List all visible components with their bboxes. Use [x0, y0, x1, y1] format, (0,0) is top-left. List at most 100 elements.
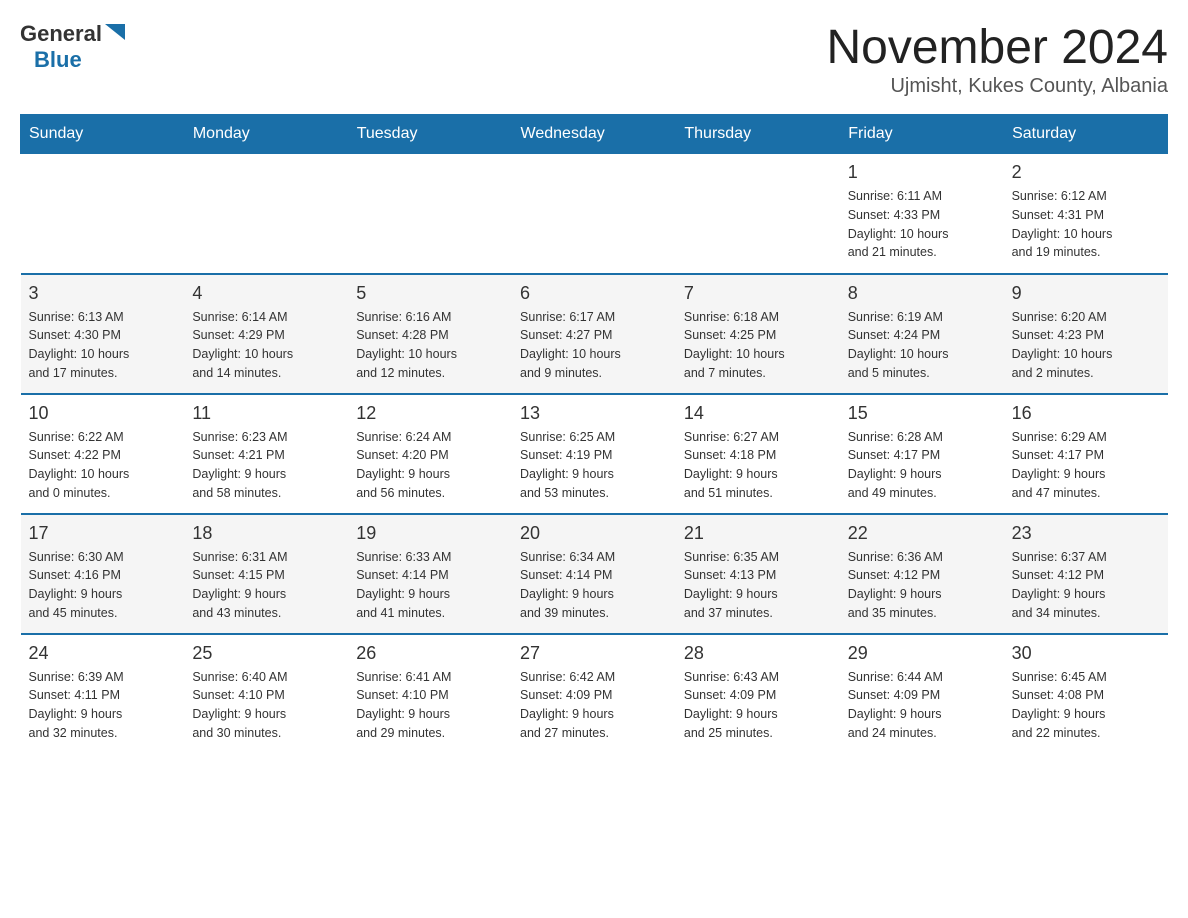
day-number: 28 [684, 643, 832, 664]
day-info: Sunrise: 6:36 AM Sunset: 4:12 PM Dayligh… [848, 548, 996, 623]
day-number: 17 [29, 523, 177, 544]
calendar-cell: 16 Sunrise: 6:29 AM Sunset: 4:17 PM Dayli… [1004, 394, 1168, 514]
logo: General Blue [20, 20, 125, 73]
calendar-cell: 17 Sunrise: 6:30 AM Sunset: 4:16 PM Dayli… [21, 514, 185, 634]
calendar-cell: 13 Sunrise: 6:25 AM Sunset: 4:19 PM Dayli… [512, 394, 676, 514]
column-header-sunday: Sunday [21, 115, 185, 154]
day-number: 7 [684, 283, 832, 304]
logo-blue-text: Blue [34, 47, 82, 73]
day-info: Sunrise: 6:45 AM Sunset: 4:08 PM Dayligh… [1012, 668, 1160, 743]
column-header-saturday: Saturday [1004, 115, 1168, 154]
month-title: November 2024 [826, 20, 1168, 75]
day-number: 20 [520, 523, 668, 544]
calendar-cell: 15 Sunrise: 6:28 AM Sunset: 4:17 PM Dayli… [840, 394, 1004, 514]
day-info: Sunrise: 6:41 AM Sunset: 4:10 PM Dayligh… [356, 668, 504, 743]
calendar-table: SundayMondayTuesdayWednesdayThursdayFrid… [20, 114, 1168, 754]
day-number: 30 [1012, 643, 1160, 664]
logo-general-text: General [20, 21, 102, 47]
day-info: Sunrise: 6:34 AM Sunset: 4:14 PM Dayligh… [520, 548, 668, 623]
calendar-cell: 5 Sunrise: 6:16 AM Sunset: 4:28 PM Daylig… [348, 274, 512, 394]
calendar-cell [21, 154, 185, 274]
day-info: Sunrise: 6:22 AM Sunset: 4:22 PM Dayligh… [29, 428, 177, 503]
title-area: November 2024 Ujmisht, Kukes County, Alb… [826, 20, 1168, 98]
calendar-cell: 30 Sunrise: 6:45 AM Sunset: 4:08 PM Dayli… [1004, 634, 1168, 754]
calendar-cell [512, 154, 676, 274]
calendar-cell [676, 154, 840, 274]
day-info: Sunrise: 6:42 AM Sunset: 4:09 PM Dayligh… [520, 668, 668, 743]
day-number: 27 [520, 643, 668, 664]
day-info: Sunrise: 6:29 AM Sunset: 4:17 PM Dayligh… [1012, 428, 1160, 503]
calendar-cell: 1Sunrise: 6:11 AM Sunset: 4:33 PM Daylig… [840, 154, 1004, 274]
logo-arrow-icon [105, 22, 125, 42]
day-number: 29 [848, 643, 996, 664]
day-info: Sunrise: 6:30 AM Sunset: 4:16 PM Dayligh… [29, 548, 177, 623]
day-number: 26 [356, 643, 504, 664]
calendar-cell: 28 Sunrise: 6:43 AM Sunset: 4:09 PM Dayli… [676, 634, 840, 754]
calendar-week-row: 17 Sunrise: 6:30 AM Sunset: 4:16 PM Dayli… [21, 514, 1168, 634]
column-header-friday: Friday [840, 115, 1004, 154]
day-number: 2 [1012, 162, 1160, 183]
day-info: Sunrise: 6:24 AM Sunset: 4:20 PM Dayligh… [356, 428, 504, 503]
day-info: Sunrise: 6:31 AM Sunset: 4:15 PM Dayligh… [192, 548, 340, 623]
day-info: Sunrise: 6:16 AM Sunset: 4:28 PM Dayligh… [356, 308, 504, 383]
day-info: Sunrise: 6:40 AM Sunset: 4:10 PM Dayligh… [192, 668, 340, 743]
day-number: 18 [192, 523, 340, 544]
day-info: Sunrise: 6:11 AM Sunset: 4:33 PM Dayligh… [848, 187, 996, 262]
calendar-cell: 20 Sunrise: 6:34 AM Sunset: 4:14 PM Dayli… [512, 514, 676, 634]
calendar-cell: 24 Sunrise: 6:39 AM Sunset: 4:11 PM Dayli… [21, 634, 185, 754]
day-info: Sunrise: 6:35 AM Sunset: 4:13 PM Dayligh… [684, 548, 832, 623]
day-info: Sunrise: 6:17 AM Sunset: 4:27 PM Dayligh… [520, 308, 668, 383]
day-info: Sunrise: 6:19 AM Sunset: 4:24 PM Dayligh… [848, 308, 996, 383]
calendar-week-row: 24 Sunrise: 6:39 AM Sunset: 4:11 PM Dayli… [21, 634, 1168, 754]
calendar-week-row: 1Sunrise: 6:11 AM Sunset: 4:33 PM Daylig… [21, 154, 1168, 274]
day-info: Sunrise: 6:44 AM Sunset: 4:09 PM Dayligh… [848, 668, 996, 743]
calendar-week-row: 3Sunrise: 6:13 AM Sunset: 4:30 PM Daylig… [21, 274, 1168, 394]
calendar-cell: 21 Sunrise: 6:35 AM Sunset: 4:13 PM Dayli… [676, 514, 840, 634]
day-number: 3 [29, 283, 177, 304]
day-info: Sunrise: 6:39 AM Sunset: 4:11 PM Dayligh… [29, 668, 177, 743]
day-info: Sunrise: 6:20 AM Sunset: 4:23 PM Dayligh… [1012, 308, 1160, 383]
day-number: 15 [848, 403, 996, 424]
day-info: Sunrise: 6:37 AM Sunset: 4:12 PM Dayligh… [1012, 548, 1160, 623]
day-number: 24 [29, 643, 177, 664]
day-number: 22 [848, 523, 996, 544]
day-number: 8 [848, 283, 996, 304]
calendar-cell: 8 Sunrise: 6:19 AM Sunset: 4:24 PM Daylig… [840, 274, 1004, 394]
day-info: Sunrise: 6:18 AM Sunset: 4:25 PM Dayligh… [684, 308, 832, 383]
day-number: 4 [192, 283, 340, 304]
calendar-cell: 26 Sunrise: 6:41 AM Sunset: 4:10 PM Dayli… [348, 634, 512, 754]
day-number: 16 [1012, 403, 1160, 424]
column-header-tuesday: Tuesday [348, 115, 512, 154]
column-header-thursday: Thursday [676, 115, 840, 154]
page-header: General Blue November 2024 Ujmisht, Kuke… [20, 20, 1168, 98]
calendar-week-row: 10Sunrise: 6:22 AM Sunset: 4:22 PM Dayli… [21, 394, 1168, 514]
day-number: 23 [1012, 523, 1160, 544]
day-number: 5 [356, 283, 504, 304]
calendar-cell: 12 Sunrise: 6:24 AM Sunset: 4:20 PM Dayli… [348, 394, 512, 514]
day-info: Sunrise: 6:43 AM Sunset: 4:09 PM Dayligh… [684, 668, 832, 743]
day-info: Sunrise: 6:23 AM Sunset: 4:21 PM Dayligh… [192, 428, 340, 503]
day-number: 14 [684, 403, 832, 424]
calendar-cell: 23 Sunrise: 6:37 AM Sunset: 4:12 PM Dayli… [1004, 514, 1168, 634]
day-info: Sunrise: 6:33 AM Sunset: 4:14 PM Dayligh… [356, 548, 504, 623]
calendar-cell [348, 154, 512, 274]
day-info: Sunrise: 6:25 AM Sunset: 4:19 PM Dayligh… [520, 428, 668, 503]
calendar-cell: 11Sunrise: 6:23 AM Sunset: 4:21 PM Dayli… [184, 394, 348, 514]
day-info: Sunrise: 6:12 AM Sunset: 4:31 PM Dayligh… [1012, 187, 1160, 262]
day-number: 6 [520, 283, 668, 304]
calendar-cell: 25Sunrise: 6:40 AM Sunset: 4:10 PM Dayli… [184, 634, 348, 754]
day-number: 21 [684, 523, 832, 544]
calendar-cell: 3Sunrise: 6:13 AM Sunset: 4:30 PM Daylig… [21, 274, 185, 394]
calendar-cell: 27 Sunrise: 6:42 AM Sunset: 4:09 PM Dayli… [512, 634, 676, 754]
day-number: 19 [356, 523, 504, 544]
day-number: 13 [520, 403, 668, 424]
day-info: Sunrise: 6:14 AM Sunset: 4:29 PM Dayligh… [192, 308, 340, 383]
calendar-cell: 19 Sunrise: 6:33 AM Sunset: 4:14 PM Dayli… [348, 514, 512, 634]
day-number: 9 [1012, 283, 1160, 304]
calendar-cell: 18 Sunrise: 6:31 AM Sunset: 4:15 PM Dayli… [184, 514, 348, 634]
day-info: Sunrise: 6:28 AM Sunset: 4:17 PM Dayligh… [848, 428, 996, 503]
location-subtitle: Ujmisht, Kukes County, Albania [826, 75, 1168, 98]
calendar-cell: 10Sunrise: 6:22 AM Sunset: 4:22 PM Dayli… [21, 394, 185, 514]
day-number: 12 [356, 403, 504, 424]
calendar-cell: 14Sunrise: 6:27 AM Sunset: 4:18 PM Dayli… [676, 394, 840, 514]
